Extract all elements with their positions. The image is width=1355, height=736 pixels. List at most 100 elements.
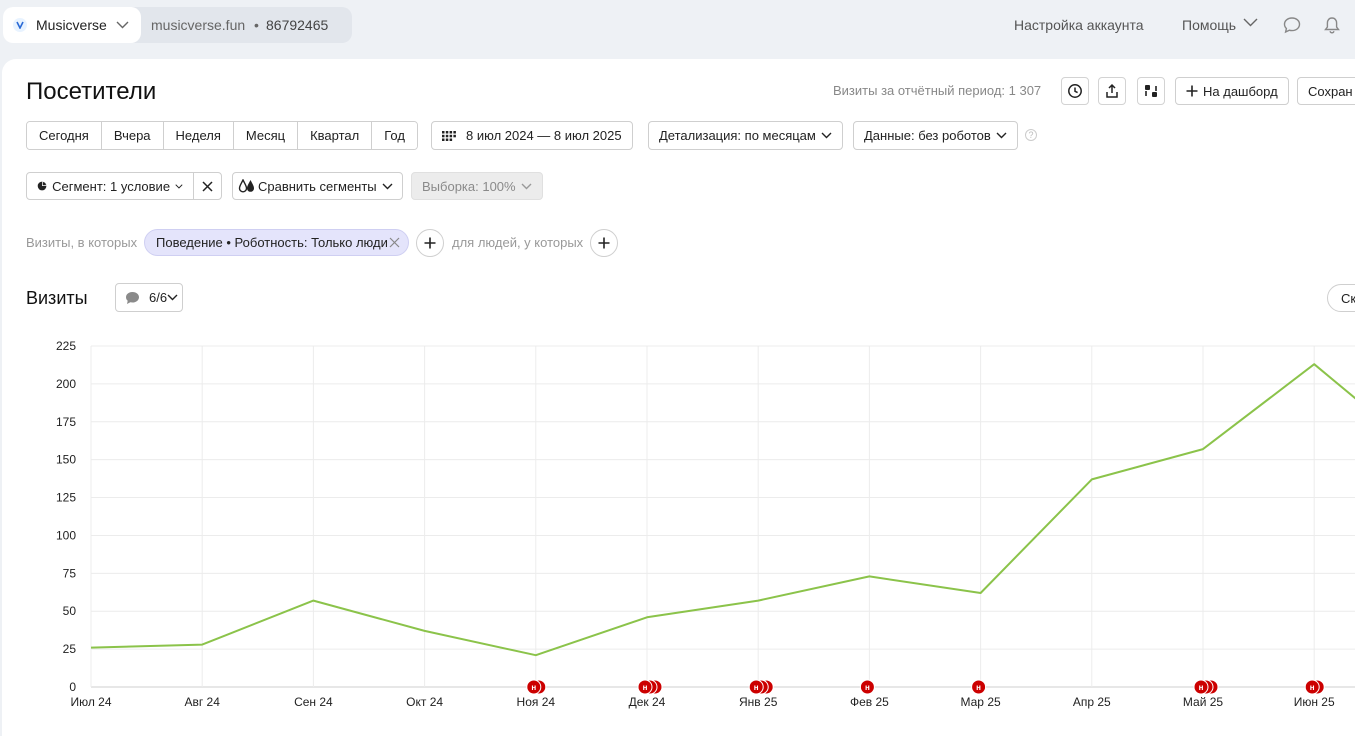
- plus-icon: [1186, 85, 1198, 97]
- add-to-dashboard-button[interactable]: На дашборд: [1175, 77, 1289, 105]
- counter-domain[interactable]: musicverse.fun: [151, 17, 245, 33]
- close-icon: [202, 180, 213, 192]
- y-tick-label: 125: [56, 491, 76, 505]
- x-tick-label: Ноя 24: [517, 695, 556, 709]
- filter-chip[interactable]: Поведение • Роботность: Только люди: [144, 229, 409, 256]
- save-button[interactable]: Сохран: [1297, 77, 1355, 105]
- x-tick-label: Сен 24: [294, 695, 333, 709]
- y-tick-label: 150: [56, 453, 76, 467]
- chart-options-label: Ск: [1341, 290, 1355, 306]
- top-bar: Musicverse musicverse.fun • 86792465 Нас…: [0, 0, 1355, 50]
- period-yesterday[interactable]: Вчера: [100, 122, 163, 149]
- counter-separator: •: [254, 17, 259, 33]
- compare-view-button[interactable]: [1137, 77, 1165, 105]
- series-selector[interactable]: 6/6: [115, 283, 183, 312]
- period-month[interactable]: Месяц: [232, 122, 298, 149]
- drops-icon: [238, 179, 254, 193]
- close-icon[interactable]: [389, 237, 400, 248]
- chevron-down-icon: [821, 132, 832, 139]
- segment-dropdown[interactable]: Сегмент: 1 условие: [26, 172, 194, 200]
- filter-chip-label: Поведение • Роботность: Только люди: [156, 235, 388, 250]
- chevron-down-icon: [167, 294, 178, 301]
- help-menu[interactable]: Помощь: [1182, 17, 1236, 33]
- annotation-marker-label: н: [1199, 683, 1204, 692]
- bell-icon[interactable]: [1324, 16, 1340, 34]
- sample-label: Выборка: 100%: [422, 178, 516, 194]
- y-tick-label: 175: [56, 415, 76, 429]
- annotation-marker-label: н: [865, 683, 870, 692]
- page-title: Посетители: [26, 78, 157, 105]
- pie-chart-icon: [37, 181, 47, 191]
- y-tick-label: 0: [69, 680, 76, 694]
- history-button[interactable]: [1061, 77, 1089, 105]
- chevron-down-icon: [382, 183, 393, 189]
- x-tick-label: Фев 25: [850, 695, 889, 709]
- period-year[interactable]: Год: [371, 122, 417, 149]
- date-range-label: 8 июл 2024 — 8 июл 2025: [466, 128, 622, 143]
- chevron-down-icon: [996, 132, 1007, 139]
- annotation-marker-label: н: [754, 683, 759, 692]
- x-tick-label: Окт 24: [406, 695, 443, 709]
- site-logo-icon: [13, 18, 27, 32]
- annotation-marker-label: н: [1310, 683, 1315, 692]
- series-count: 6/6: [149, 290, 168, 305]
- chart-options-pill[interactable]: Ск: [1327, 284, 1355, 312]
- site-selector[interactable]: Musicverse: [3, 7, 141, 43]
- x-tick-label: Авг 24: [184, 695, 220, 709]
- detail-dropdown[interactable]: Детализация: по месяцам: [648, 121, 843, 150]
- x-tick-label: Апр 25: [1073, 695, 1111, 709]
- help-icon[interactable]: ?: [1025, 129, 1037, 141]
- annotation-marker-label: н: [531, 683, 536, 692]
- period-quarter[interactable]: Квартал: [297, 122, 372, 149]
- chat-icon[interactable]: [1283, 16, 1301, 34]
- x-tick-label: Июл 24: [70, 695, 111, 709]
- counter-id: 86792465: [266, 17, 329, 33]
- share-icon: [1106, 83, 1118, 98]
- x-tick-label: Мар 25: [961, 695, 1001, 709]
- segment-label: Сегмент: 1 условие: [52, 178, 171, 194]
- clock-icon: [1068, 84, 1082, 98]
- site-name: Musicverse: [36, 17, 107, 33]
- annotation-marker-label: н: [643, 683, 648, 692]
- x-tick-label: Янв 25: [739, 695, 778, 709]
- compare-segments-button[interactable]: Сравнить сегменты: [232, 172, 403, 200]
- y-tick-label: 50: [63, 604, 77, 618]
- chevron-down-icon[interactable]: [1243, 18, 1258, 27]
- people-filter-label: для людей, у которых: [452, 235, 584, 250]
- x-tick-label: Июн 25: [1294, 695, 1335, 709]
- export-button[interactable]: [1098, 77, 1126, 105]
- data-mode-label: Данные: без роботов: [864, 128, 991, 143]
- chevron-down-icon: [116, 21, 129, 29]
- y-tick-label: 200: [56, 377, 76, 391]
- sample-dropdown[interactable]: Выборка: 100%: [411, 172, 543, 200]
- period-week[interactable]: Неделя: [162, 122, 233, 149]
- calendar-icon: [442, 130, 456, 141]
- chevron-down-icon: [521, 183, 532, 189]
- visits-line-chart: 0 25 50 75 100 125 150 175 200 225 Июл 24 Авг 24 Сен…: [56, 339, 1355, 709]
- period-today[interactable]: Сегодня: [27, 122, 101, 149]
- visits-filter-label: Визиты, в которых: [26, 235, 138, 250]
- add-people-condition-button[interactable]: [590, 229, 618, 257]
- visits-summary: Визиты за отчётный период: 1 307: [833, 83, 1042, 98]
- quote-icon: [1145, 85, 1157, 97]
- y-tick-label: 25: [63, 642, 77, 656]
- y-tick-label: 75: [63, 566, 77, 580]
- x-tick-label: Май 25: [1183, 695, 1224, 709]
- add-visit-condition-button[interactable]: [416, 229, 444, 257]
- comment-icon: [126, 291, 139, 304]
- x-tick-label: Дек 24: [629, 695, 666, 709]
- period-selector: Сегодня Вчера Неделя Месяц Квартал Год: [26, 121, 418, 150]
- date-range-picker[interactable]: 8 июл 2024 — 8 июл 2025: [431, 121, 633, 150]
- segment-clear-button[interactable]: [193, 172, 222, 200]
- data-mode-dropdown[interactable]: Данные: без роботов: [853, 121, 1018, 150]
- add-to-dashboard-label: На дашборд: [1203, 83, 1278, 99]
- y-tick-label: 225: [56, 339, 76, 353]
- account-settings-link[interactable]: Настройка аккаунта: [1014, 17, 1144, 33]
- y-tick-label: 100: [56, 528, 76, 542]
- annotation-marker-label: н: [976, 683, 981, 692]
- detail-label: Детализация: по месяцам: [659, 128, 816, 143]
- chevron-down-icon: [175, 183, 183, 189]
- save-label: Сохран: [1308, 83, 1353, 99]
- plus-icon: [424, 237, 436, 249]
- chart-section-title: Визиты: [26, 288, 88, 308]
